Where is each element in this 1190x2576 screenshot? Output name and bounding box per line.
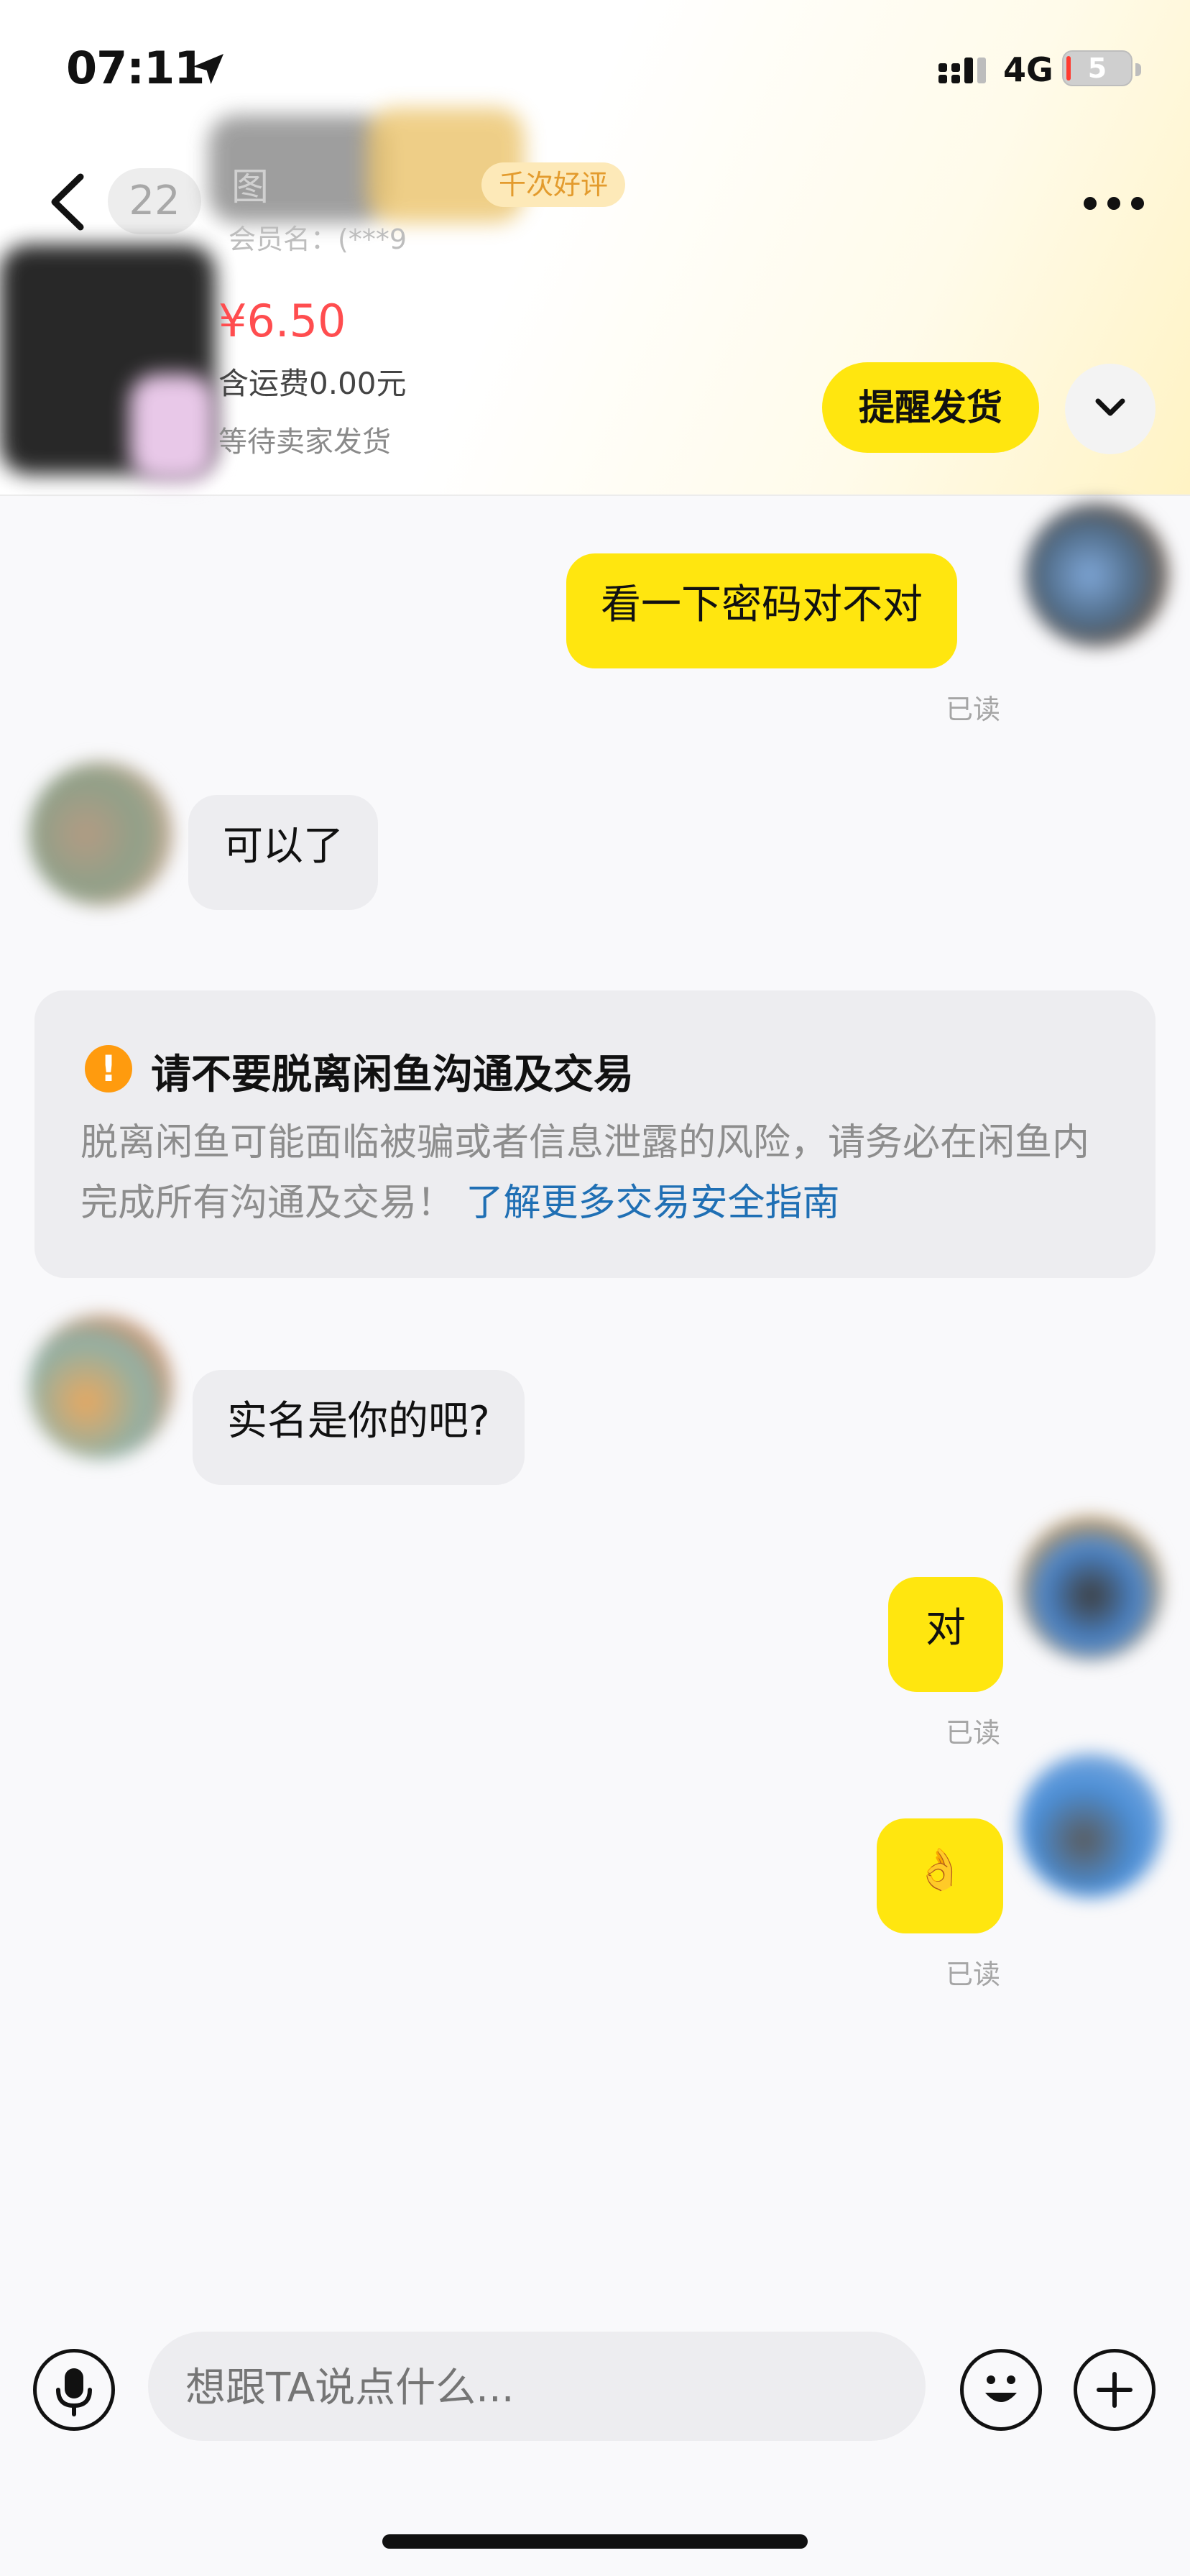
read-receipt: 已读 bbox=[946, 1959, 1001, 1990]
my-avatar[interactable] bbox=[1019, 1754, 1163, 1898]
safety-guide-link[interactable]: 了解更多交易安全指南 bbox=[466, 1182, 840, 1225]
warning-icon: ! bbox=[85, 1045, 132, 1092]
unread-count-badge[interactable]: 22 bbox=[108, 168, 201, 234]
home-indicator bbox=[382, 2534, 808, 2549]
chevron-down-icon bbox=[1095, 398, 1125, 416]
notice-title: 请不要脱离闲鱼沟通及交易 bbox=[151, 1052, 634, 1098]
signal-icon bbox=[938, 58, 986, 83]
battery-nub bbox=[1135, 63, 1141, 76]
status-time: 07:11 bbox=[66, 42, 205, 94]
message-bubble-incoming[interactable]: 实名是你的吧? bbox=[193, 1370, 525, 1485]
seller-avatar[interactable] bbox=[29, 762, 172, 906]
product-thumbnail-edge bbox=[129, 374, 216, 482]
microphone-icon bbox=[56, 2368, 92, 2416]
message-bubble-outgoing[interactable]: 看一下密码对不对 bbox=[566, 553, 957, 668]
remind-shipping-button[interactable]: 提醒发货 bbox=[822, 362, 1039, 453]
back-icon[interactable] bbox=[45, 170, 95, 234]
emoji-button[interactable] bbox=[960, 2349, 1042, 2431]
message-bubble-outgoing[interactable]: 👌 bbox=[877, 1818, 1003, 1933]
read-receipt: 已读 bbox=[946, 1717, 1001, 1749]
plus-icon bbox=[1097, 2372, 1133, 2408]
message-bubble-outgoing[interactable]: 对 bbox=[888, 1577, 1003, 1692]
message-bubble-incoming[interactable]: 可以了 bbox=[188, 795, 378, 910]
location-arrow-icon bbox=[193, 54, 223, 84]
voice-input-button[interactable] bbox=[33, 2349, 115, 2431]
my-avatar[interactable] bbox=[1019, 1517, 1163, 1660]
network-type: 4G bbox=[1003, 50, 1053, 89]
seller-name[interactable]: 图 bbox=[231, 157, 269, 211]
order-price: ¥6.50 bbox=[218, 295, 346, 347]
order-status: 等待卖家发货 bbox=[218, 426, 391, 459]
more-icon[interactable] bbox=[1082, 196, 1145, 211]
member-name: 会员名：(***9 bbox=[229, 224, 407, 255]
battery-level-bar bbox=[1066, 56, 1071, 80]
expand-order-button[interactable] bbox=[1065, 364, 1156, 454]
read-receipt: 已读 bbox=[946, 694, 1001, 725]
message-input[interactable] bbox=[185, 2365, 890, 2411]
emoji-icon bbox=[985, 2375, 1017, 2402]
notice-body: 脱离闲鱼可能面临被骗或者信息泄露的风险，请务必在闲鱼内完成所有沟通及交易！ 了解… bbox=[80, 1113, 1115, 1233]
seller-avatar[interactable] bbox=[29, 1315, 172, 1459]
more-actions-button[interactable] bbox=[1074, 2349, 1156, 2431]
rating-badge: 千次好评 bbox=[481, 162, 626, 207]
battery-indicator: 5 bbox=[1062, 50, 1133, 86]
my-avatar[interactable] bbox=[1025, 503, 1168, 647]
shipping-fee: 含运费0.00元 bbox=[218, 366, 407, 401]
